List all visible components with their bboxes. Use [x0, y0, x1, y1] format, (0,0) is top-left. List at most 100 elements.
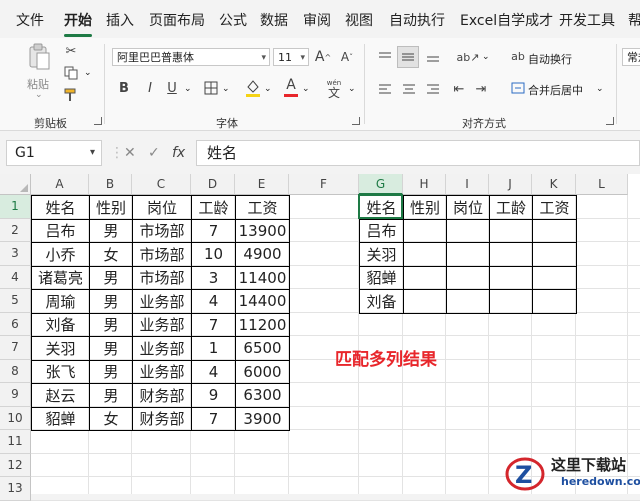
column-header-c[interactable]: C — [132, 174, 191, 195]
tab-formulas[interactable]: 公式 — [219, 0, 247, 38]
borders-icon[interactable] — [202, 79, 220, 97]
data-cell[interactable]: 诸葛亮 — [31, 265, 90, 290]
data-cell[interactable]: 6300 — [235, 383, 290, 408]
row-header-10[interactable]: 10 — [0, 406, 31, 430]
paste-icon[interactable] — [26, 42, 52, 72]
cancel-icon[interactable]: ✕ — [124, 140, 136, 166]
data-cell[interactable] — [446, 265, 490, 290]
data-cell[interactable]: 市场部 — [132, 218, 192, 243]
tab-excel-self-study[interactable]: Excel自学成才 — [460, 0, 553, 38]
merge-center-icon[interactable] — [510, 80, 526, 96]
column-header-k[interactable]: K — [532, 174, 576, 195]
clipboard-launcher-icon[interactable] — [94, 117, 102, 125]
column-header-h[interactable]: H — [403, 174, 446, 195]
header-cell[interactable]: 工资 — [235, 195, 290, 220]
data-cell[interactable]: 4 — [191, 289, 236, 314]
data-cell[interactable] — [532, 289, 577, 314]
data-cell[interactable]: 男 — [89, 218, 133, 243]
data-cell[interactable] — [532, 218, 577, 243]
align-left-icon[interactable] — [376, 80, 394, 98]
data-cell[interactable]: 14400 — [235, 289, 290, 314]
data-cell[interactable]: 貂蝉 — [359, 265, 404, 290]
header-cell[interactable]: 工龄 — [191, 195, 236, 220]
select-all-button[interactable] — [0, 174, 31, 195]
column-header-a[interactable]: A — [31, 174, 89, 195]
row-header-3[interactable]: 3 — [0, 242, 31, 266]
column-header-e[interactable]: E — [235, 174, 289, 195]
data-cell[interactable] — [446, 289, 490, 314]
name-box[interactable]: G1 ▾ — [6, 140, 102, 166]
tab-data[interactable]: 数据 — [260, 0, 288, 38]
orientation-icon[interactable]: ab↗ — [456, 46, 480, 68]
header-cell[interactable]: 性别 — [89, 195, 133, 220]
data-cell[interactable]: 财务部 — [132, 406, 192, 431]
italic-button[interactable]: I — [142, 78, 158, 98]
data-cell[interactable]: 男 — [89, 383, 133, 408]
merge-center-button[interactable]: 合并后居中 — [528, 82, 583, 98]
data-cell[interactable]: 貂蝉 — [31, 406, 90, 431]
row-header-13[interactable]: 13 — [0, 477, 31, 501]
row-header-9[interactable]: 9 — [0, 383, 31, 407]
data-cell[interactable]: 吕布 — [31, 218, 90, 243]
data-cell[interactable]: 男 — [89, 265, 133, 290]
font-launcher-icon[interactable] — [352, 117, 360, 125]
formula-input[interactable]: 姓名 — [196, 140, 640, 166]
data-cell[interactable]: 6000 — [235, 359, 290, 384]
increase-font-icon[interactable]: A ^ — [314, 47, 332, 67]
data-cell[interactable]: 男 — [89, 336, 133, 361]
font-color-icon[interactable]: A — [282, 76, 300, 98]
borders-chevron-icon[interactable]: ⌄ — [222, 84, 230, 94]
tab-page-layout[interactable]: 页面布局 — [149, 0, 205, 38]
orientation-chevron-icon[interactable]: ⌄ — [482, 52, 490, 62]
cut-icon[interactable]: ✂ — [62, 42, 80, 60]
data-cell[interactable]: 业务部 — [132, 312, 192, 337]
paste-chevron-icon[interactable]: ⌄ — [35, 90, 43, 100]
font-name-select[interactable]: 阿里巴巴普惠体 ▾ — [112, 48, 270, 66]
tab-insert[interactable]: 插入 — [106, 0, 134, 38]
data-cell[interactable] — [403, 242, 447, 267]
data-cell[interactable]: 业务部 — [132, 359, 192, 384]
data-cell[interactable]: 男 — [89, 359, 133, 384]
row-header-4[interactable]: 4 — [0, 265, 31, 289]
row-header-1[interactable]: 1 — [0, 195, 31, 219]
data-cell[interactable] — [403, 218, 447, 243]
underline-button[interactable]: U — [164, 78, 180, 98]
tab-home[interactable]: 开始 — [64, 0, 92, 38]
data-cell[interactable]: 7 — [191, 218, 236, 243]
row-header-11[interactable]: 11 — [0, 430, 31, 454]
header-cell[interactable]: 性别 — [403, 195, 447, 220]
data-cell[interactable] — [446, 218, 490, 243]
tab-help[interactable]: 帮 — [628, 0, 640, 38]
data-cell[interactable]: 4900 — [235, 242, 290, 267]
align-bottom-icon[interactable] — [424, 48, 442, 66]
data-cell[interactable]: 小乔 — [31, 242, 90, 267]
fill-color-icon[interactable] — [244, 77, 262, 99]
data-cell[interactable]: 张飞 — [31, 359, 90, 384]
data-cell[interactable]: 13900 — [235, 218, 290, 243]
align-middle-icon[interactable] — [397, 46, 419, 68]
bold-button[interactable]: B — [116, 78, 132, 98]
row-header-8[interactable]: 8 — [0, 359, 31, 383]
data-cell[interactable]: 市场部 — [132, 265, 192, 290]
data-cell[interactable]: 10 — [191, 242, 236, 267]
data-cell[interactable] — [446, 242, 490, 267]
data-cell[interactable]: 赵云 — [31, 383, 90, 408]
data-cell[interactable]: 女 — [89, 406, 133, 431]
data-cell[interactable]: 刘备 — [31, 312, 90, 337]
font-color-chevron-icon[interactable]: ⌄ — [302, 84, 310, 94]
number-format-select[interactable]: 常规 — [622, 48, 640, 66]
fill-color-chevron-icon[interactable]: ⌄ — [264, 84, 272, 94]
data-cell[interactable]: 财务部 — [132, 383, 192, 408]
tab-automate[interactable]: 自动执行 — [389, 0, 445, 38]
data-cell[interactable]: 业务部 — [132, 336, 192, 361]
column-header-j[interactable]: J — [489, 174, 532, 195]
phonetic-chevron-icon[interactable]: ⌄ — [348, 84, 356, 94]
data-cell[interactable]: 周瑜 — [31, 289, 90, 314]
data-cell[interactable]: 关羽 — [359, 242, 404, 267]
data-cell[interactable] — [489, 218, 533, 243]
underline-chevron-icon[interactable]: ⌄ — [184, 84, 192, 94]
wrap-text-button[interactable]: 自动换行 — [528, 51, 572, 67]
header-cell[interactable]: 姓名 — [31, 195, 90, 220]
wrap-text-icon[interactable]: ab — [510, 48, 526, 64]
alignment-launcher-icon[interactable] — [606, 117, 614, 125]
